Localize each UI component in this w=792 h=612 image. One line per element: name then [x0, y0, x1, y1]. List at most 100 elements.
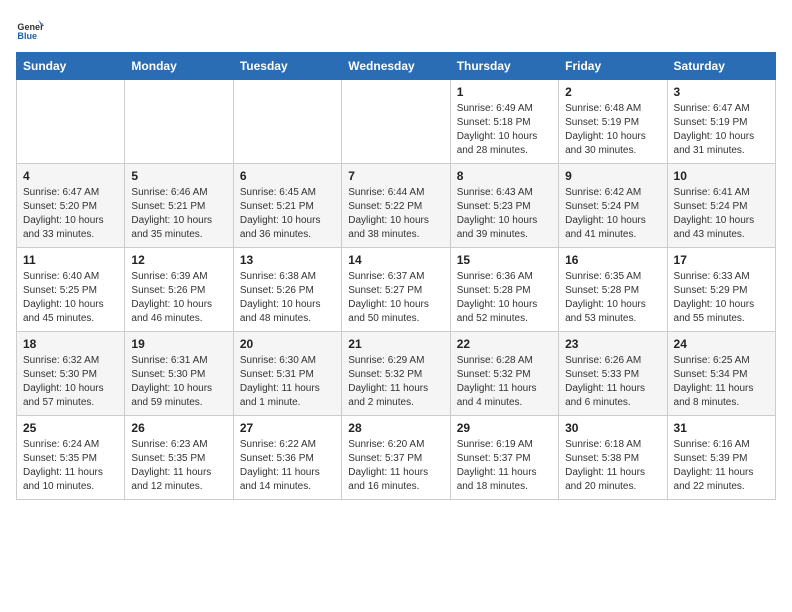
calendar-cell: 7Sunrise: 6:44 AMSunset: 5:22 PMDaylight… [342, 164, 450, 248]
day-number: 16 [565, 253, 660, 267]
week-row-1: 1 Sunrise: 6:49 AMSunset: 5:18 PMDaylight… [17, 80, 776, 164]
day-number: 5 [131, 169, 226, 183]
day-number: 20 [240, 337, 335, 351]
calendar-cell: 28 Sunrise: 6:20 AMSunset: 5:37 PMDayligh… [342, 416, 450, 500]
svg-text:Blue: Blue [17, 31, 37, 41]
day-number: 23 [565, 337, 660, 351]
day-number: 18 [23, 337, 118, 351]
calendar-cell: 26 Sunrise: 6:23 AMSunset: 5:35 PMDayligh… [125, 416, 233, 500]
day-info: Sunrise: 6:48 AMSunset: 5:19 PMDaylight:… [565, 102, 660, 158]
day-number: 2 [565, 85, 660, 99]
day-info: Sunrise: 6:20 AMSunset: 5:37 PMDaylight:… [348, 438, 443, 494]
day-number: 3 [674, 85, 769, 99]
day-info: Sunrise: 6:38 AMSunset: 5:26 PMDaylight:… [240, 270, 335, 326]
day-number: 27 [240, 421, 335, 435]
day-info: Sunrise: 6:19 AMSunset: 5:37 PMDaylight:… [457, 438, 552, 494]
day-info: Sunrise: 6:22 AMSunset: 5:36 PMDaylight:… [240, 438, 335, 494]
day-number: 24 [674, 337, 769, 351]
day-info: Sunrise: 6:29 AMSunset: 5:32 PMDaylight:… [348, 354, 443, 410]
day-info: Sunrise: 6:24 AMSunset: 5:35 PMDaylight:… [23, 438, 118, 494]
day-number: 14 [348, 253, 443, 267]
calendar-cell: 20 Sunrise: 6:30 AMSunset: 5:31 PMDayligh… [233, 332, 341, 416]
logo-icon: General Blue [16, 16, 44, 44]
day-number: 30 [565, 421, 660, 435]
calendar-cell: 22 Sunrise: 6:28 AMSunset: 5:32 PMDayligh… [450, 332, 558, 416]
page-header: General Blue [16, 16, 776, 44]
day-info: Sunrise: 6:32 AMSunset: 5:30 PMDaylight:… [23, 354, 118, 410]
calendar-table: SundayMondayTuesdayWednesdayThursdayFrid… [16, 52, 776, 500]
header-friday: Friday [559, 53, 667, 80]
day-info: Sunrise: 6:25 AMSunset: 5:34 PMDaylight:… [674, 354, 769, 410]
calendar-cell: 15Sunrise: 6:36 AMSunset: 5:28 PMDayligh… [450, 248, 558, 332]
day-number: 7 [348, 169, 443, 183]
header-monday: Monday [125, 53, 233, 80]
day-number: 10 [674, 169, 769, 183]
day-number: 29 [457, 421, 552, 435]
header-wednesday: Wednesday [342, 53, 450, 80]
day-info: Sunrise: 6:33 AMSunset: 5:29 PMDaylight:… [674, 270, 769, 326]
calendar-cell [233, 80, 341, 164]
calendar-cell: 10 Sunrise: 6:41 AMSunset: 5:24 PMDayligh… [667, 164, 775, 248]
calendar-cell: 12Sunrise: 6:39 AMSunset: 5:26 PMDayligh… [125, 248, 233, 332]
day-info: Sunrise: 6:49 AMSunset: 5:18 PMDaylight:… [457, 102, 552, 158]
day-number: 26 [131, 421, 226, 435]
day-number: 12 [131, 253, 226, 267]
calendar-cell: 14 Sunrise: 6:37 AMSunset: 5:27 PMDayligh… [342, 248, 450, 332]
header-tuesday: Tuesday [233, 53, 341, 80]
calendar-cell: 19 Sunrise: 6:31 AMSunset: 5:30 PMDayligh… [125, 332, 233, 416]
calendar-cell [342, 80, 450, 164]
day-number: 9 [565, 169, 660, 183]
day-number: 21 [348, 337, 443, 351]
calendar-cell: 4 Sunrise: 6:47 AMSunset: 5:20 PMDaylight… [17, 164, 125, 248]
day-number: 25 [23, 421, 118, 435]
day-info: Sunrise: 6:37 AMSunset: 5:27 PMDaylight:… [348, 270, 443, 326]
calendar-cell: 11Sunrise: 6:40 AMSunset: 5:25 PMDayligh… [17, 248, 125, 332]
day-info: Sunrise: 6:18 AMSunset: 5:38 PMDaylight:… [565, 438, 660, 494]
day-info: Sunrise: 6:47 AMSunset: 5:19 PMDaylight:… [674, 102, 769, 158]
day-number: 6 [240, 169, 335, 183]
day-info: Sunrise: 6:42 AMSunset: 5:24 PMDaylight:… [565, 186, 660, 242]
day-info: Sunrise: 6:30 AMSunset: 5:31 PMDaylight:… [240, 354, 335, 410]
day-info: Sunrise: 6:26 AMSunset: 5:33 PMDaylight:… [565, 354, 660, 410]
day-number: 13 [240, 253, 335, 267]
calendar-cell: 17Sunrise: 6:33 AMSunset: 5:29 PMDayligh… [667, 248, 775, 332]
calendar-cell [17, 80, 125, 164]
week-row-5: 25 Sunrise: 6:24 AMSunset: 5:35 PMDayligh… [17, 416, 776, 500]
calendar-cell: 3 Sunrise: 6:47 AMSunset: 5:19 PMDaylight… [667, 80, 775, 164]
day-info: Sunrise: 6:36 AMSunset: 5:28 PMDaylight:… [457, 270, 552, 326]
calendar-cell: 31Sunrise: 6:16 AMSunset: 5:39 PMDayligh… [667, 416, 775, 500]
day-info: Sunrise: 6:47 AMSunset: 5:20 PMDaylight:… [23, 186, 118, 242]
day-info: Sunrise: 6:16 AMSunset: 5:39 PMDaylight:… [674, 438, 769, 494]
calendar-cell: 25 Sunrise: 6:24 AMSunset: 5:35 PMDayligh… [17, 416, 125, 500]
calendar-cell: 8Sunrise: 6:43 AMSunset: 5:23 PMDaylight… [450, 164, 558, 248]
week-row-2: 4 Sunrise: 6:47 AMSunset: 5:20 PMDaylight… [17, 164, 776, 248]
day-info: Sunrise: 6:35 AMSunset: 5:28 PMDaylight:… [565, 270, 660, 326]
day-info: Sunrise: 6:41 AMSunset: 5:24 PMDaylight:… [674, 186, 769, 242]
day-number: 22 [457, 337, 552, 351]
calendar-cell: 1 Sunrise: 6:49 AMSunset: 5:18 PMDaylight… [450, 80, 558, 164]
calendar-cell: 6 Sunrise: 6:45 AMSunset: 5:21 PMDaylight… [233, 164, 341, 248]
calendar-cell: 2 Sunrise: 6:48 AMSunset: 5:19 PMDaylight… [559, 80, 667, 164]
day-header-row: SundayMondayTuesdayWednesdayThursdayFrid… [17, 53, 776, 80]
calendar-cell: 18 Sunrise: 6:32 AMSunset: 5:30 PMDayligh… [17, 332, 125, 416]
calendar-cell: 23 Sunrise: 6:26 AMSunset: 5:33 PMDayligh… [559, 332, 667, 416]
day-number: 1 [457, 85, 552, 99]
header-sunday: Sunday [17, 53, 125, 80]
day-number: 28 [348, 421, 443, 435]
week-row-3: 11Sunrise: 6:40 AMSunset: 5:25 PMDayligh… [17, 248, 776, 332]
day-info: Sunrise: 6:31 AMSunset: 5:30 PMDaylight:… [131, 354, 226, 410]
calendar-cell [125, 80, 233, 164]
day-info: Sunrise: 6:46 AMSunset: 5:21 PMDaylight:… [131, 186, 226, 242]
calendar-cell: 21 Sunrise: 6:29 AMSunset: 5:32 PMDayligh… [342, 332, 450, 416]
day-number: 4 [23, 169, 118, 183]
header-thursday: Thursday [450, 53, 558, 80]
calendar-cell: 16 Sunrise: 6:35 AMSunset: 5:28 PMDayligh… [559, 248, 667, 332]
calendar-cell: 29 Sunrise: 6:19 AMSunset: 5:37 PMDayligh… [450, 416, 558, 500]
day-number: 11 [23, 253, 118, 267]
calendar-cell: 13 Sunrise: 6:38 AMSunset: 5:26 PMDayligh… [233, 248, 341, 332]
day-info: Sunrise: 6:28 AMSunset: 5:32 PMDaylight:… [457, 354, 552, 410]
day-info: Sunrise: 6:45 AMSunset: 5:21 PMDaylight:… [240, 186, 335, 242]
day-number: 19 [131, 337, 226, 351]
day-info: Sunrise: 6:23 AMSunset: 5:35 PMDaylight:… [131, 438, 226, 494]
calendar-cell: 5 Sunrise: 6:46 AMSunset: 5:21 PMDaylight… [125, 164, 233, 248]
